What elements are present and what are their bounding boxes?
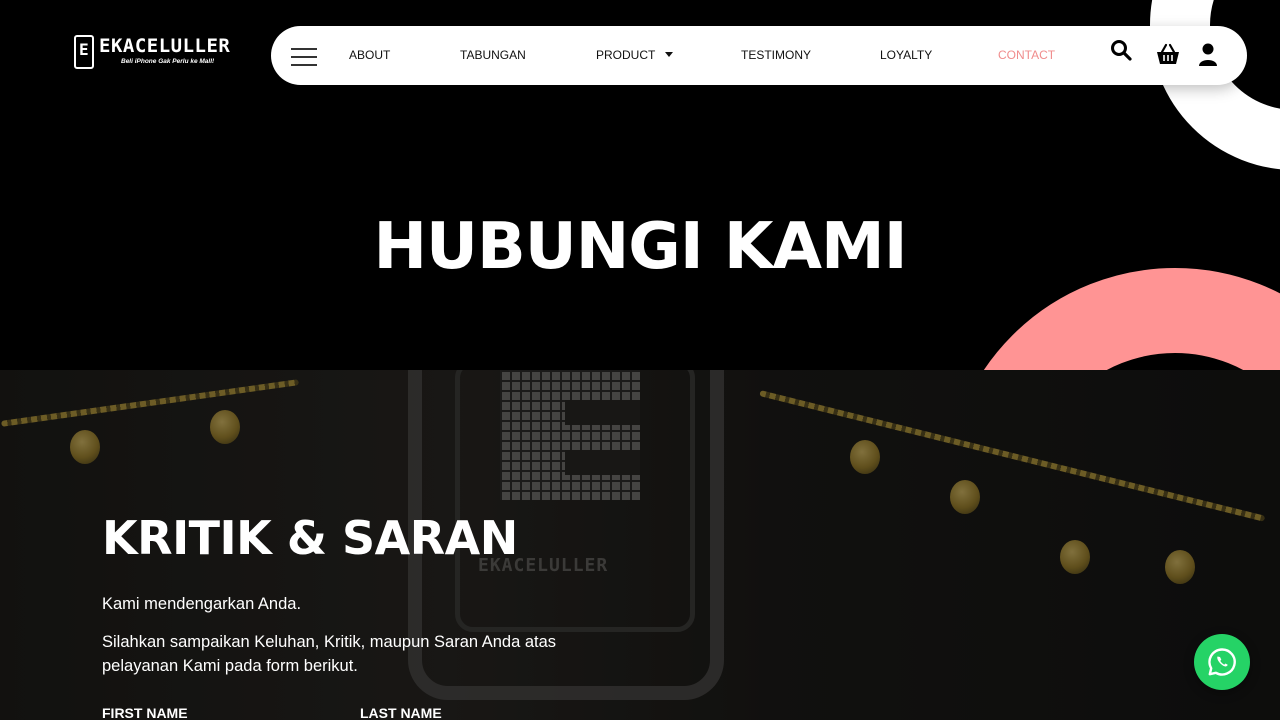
- page-title: HUBUNGI KAMI: [373, 210, 907, 284]
- site-logo[interactable]: E EKACELULLER Beli iPhone Gak Perlu ke M…: [74, 35, 246, 71]
- caret-down-icon: [665, 52, 674, 57]
- search-icon[interactable]: [1109, 38, 1135, 64]
- nav-loyalty[interactable]: LOYALTY: [880, 48, 932, 63]
- nav-product-label: PRODUCT: [596, 48, 656, 62]
- nav-testimony[interactable]: TESTIMONY: [741, 48, 811, 63]
- section-description: Silahkan sampaikan Keluhan, Kritik, maup…: [102, 633, 557, 675]
- whatsapp-icon: [1208, 648, 1236, 676]
- nav-product[interactable]: PRODUCT: [596, 48, 674, 63]
- section-title: KRITIK & SARAN: [102, 511, 518, 565]
- user-icon[interactable]: [1197, 43, 1223, 69]
- nav-tabungan[interactable]: TABUNGAN: [460, 48, 526, 63]
- section-intro: Kami mendengarkan Anda.: [102, 595, 302, 613]
- logo-phone-icon: E: [74, 35, 94, 69]
- basket-icon[interactable]: [1155, 43, 1181, 69]
- nav-contact[interactable]: CONTACT: [998, 48, 1055, 63]
- whatsapp-button[interactable]: [1194, 634, 1250, 690]
- last-name-label: LAST NAME: [360, 705, 442, 720]
- nav-about[interactable]: ABOUT: [349, 48, 390, 63]
- menu-icon[interactable]: [291, 48, 317, 66]
- main-navbar: ABOUT TABUNGAN PRODUCT TESTIMONY LOYALTY…: [271, 26, 1247, 85]
- logo-tagline: Beli iPhone Gak Perlu ke Mall!: [121, 58, 215, 65]
- decorative-pink-ring: [945, 268, 1280, 370]
- hero-section: E EKACELULLER Beli iPhone Gak Perlu ke M…: [0, 0, 1280, 370]
- first-name-label: FIRST NAME: [102, 705, 188, 720]
- logo-wordmark: EKACELULLER: [99, 35, 231, 57]
- feedback-section: EKACELULLER KRITIK & SARAN Kami mendenga…: [0, 370, 1280, 720]
